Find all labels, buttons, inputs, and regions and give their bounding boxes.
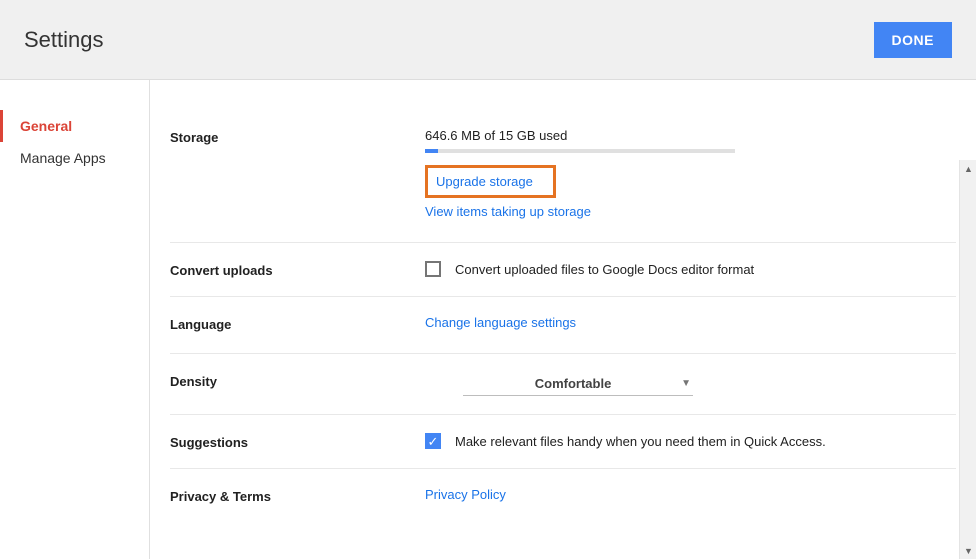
settings-main-panel: Storage 646.6 MB of 15 GB used Upgrade s… (150, 80, 976, 559)
sidebar: General Manage Apps (0, 80, 150, 559)
section-content-language: Change language settings (425, 315, 956, 335)
content-wrapper: General Manage Apps Storage 646.6 MB of … (0, 80, 976, 559)
section-content-convert: Convert uploaded files to Google Docs ed… (425, 261, 956, 278)
upgrade-storage-highlight: Upgrade storage (425, 165, 556, 198)
storage-usage-text: 646.6 MB of 15 GB used (425, 128, 956, 143)
done-button[interactable]: DONE (874, 22, 952, 58)
checkmark-icon: ✓ (428, 435, 439, 448)
section-convert-uploads: Convert uploads Convert uploaded files t… (170, 243, 956, 297)
convert-checkbox-row: Convert uploaded files to Google Docs ed… (425, 261, 956, 277)
convert-checkbox-label: Convert uploaded files to Google Docs ed… (455, 262, 754, 277)
scroll-up-arrow-icon[interactable]: ▲ (960, 160, 976, 177)
storage-progress-fill (425, 149, 438, 153)
section-language: Language Change language settings (170, 297, 956, 354)
sidebar-item-general[interactable]: General (0, 110, 149, 142)
suggestions-checkbox-label: Make relevant files handy when you need … (455, 434, 826, 449)
section-privacy-terms: Privacy & Terms Privacy Policy (170, 469, 956, 525)
section-suggestions: Suggestions ✓ Make relevant files handy … (170, 415, 956, 469)
section-label-suggestions: Suggestions (170, 433, 425, 450)
section-label-language: Language (170, 315, 425, 335)
privacy-policy-link[interactable]: Privacy Policy (425, 487, 956, 502)
section-content-density: Comfortable ▼ (425, 372, 956, 396)
sidebar-item-label: General (20, 118, 72, 134)
view-items-link[interactable]: View items taking up storage (425, 204, 956, 219)
sidebar-item-manage-apps[interactable]: Manage Apps (0, 142, 149, 174)
convert-checkbox[interactable] (425, 261, 441, 277)
section-content-suggestions: ✓ Make relevant files handy when you nee… (425, 433, 956, 450)
change-language-link[interactable]: Change language settings (425, 315, 956, 330)
section-content-storage: 646.6 MB of 15 GB used Upgrade storage V… (425, 128, 956, 224)
section-storage: Storage 646.6 MB of 15 GB used Upgrade s… (170, 110, 956, 243)
settings-header: Settings DONE (0, 0, 976, 80)
chevron-down-icon: ▼ (681, 378, 691, 389)
storage-progress-bar (425, 149, 735, 153)
density-selected-value: Comfortable (465, 376, 681, 391)
section-content-privacy: Privacy Policy (425, 487, 956, 507)
suggestions-checkbox[interactable]: ✓ (425, 433, 441, 449)
upgrade-storage-link[interactable]: Upgrade storage (436, 174, 533, 189)
page-title: Settings (24, 27, 104, 53)
suggestions-checkbox-row: ✓ Make relevant files handy when you nee… (425, 433, 956, 449)
section-density: Density Comfortable ▼ (170, 354, 956, 415)
section-label-privacy: Privacy & Terms (170, 487, 425, 507)
density-dropdown[interactable]: Comfortable ▼ (463, 372, 693, 396)
section-label-density: Density (170, 372, 425, 396)
scroll-down-arrow-icon[interactable]: ▼ (960, 542, 976, 559)
section-label-convert: Convert uploads (170, 261, 425, 278)
sidebar-item-label: Manage Apps (20, 150, 106, 166)
vertical-scrollbar[interactable]: ▲ ▼ (959, 160, 976, 559)
section-label-storage: Storage (170, 128, 425, 224)
